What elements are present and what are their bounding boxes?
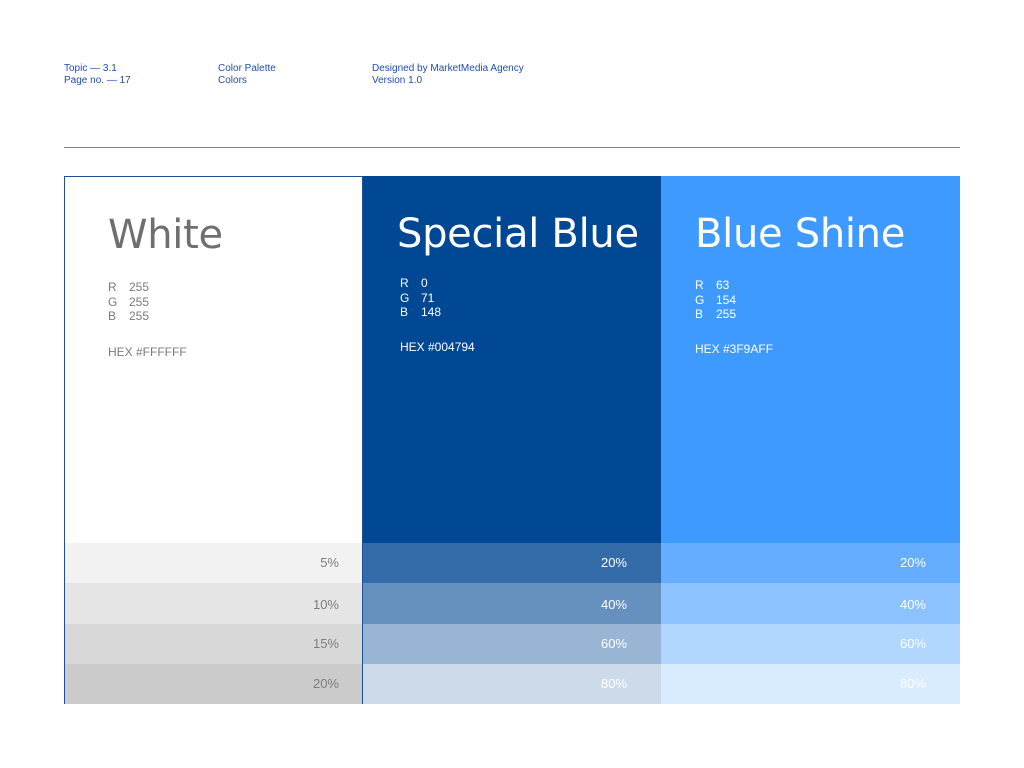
rgb-values: R 255 G 255 B 255 — [108, 280, 149, 324]
r-key: R — [108, 280, 117, 294]
section-title: Color Palette — [218, 63, 276, 74]
b-key: B — [108, 309, 117, 323]
designer-credit: Designed by MarketMedia Agency — [372, 63, 524, 74]
g-key: G — [108, 294, 118, 309]
tint-strip: 20% 40% 60% 80% — [363, 543, 661, 704]
tint-swatch: 40% — [363, 583, 661, 624]
color-name: Special Blue — [397, 211, 639, 257]
b-key: B — [400, 305, 409, 319]
tint-swatch: 10% — [65, 583, 362, 624]
color-card-blue-shine: Blue Shine R 63 G 154 B 255 HEX #3F9AFF 20%… — [661, 176, 960, 704]
tint-swatch: 60% — [363, 624, 661, 664]
tint-swatch: 15% — [65, 624, 362, 664]
topic-meta: Topic — 3.1 Page no. — 17 — [64, 63, 131, 87]
r-value: 255 — [129, 280, 150, 294]
tint-swatch: 80% — [363, 664, 661, 704]
g-value: 154 — [716, 292, 737, 307]
page-number: Page no. — 17 — [64, 75, 131, 86]
designer-meta: Designed by MarketMedia Agency Version 1… — [372, 63, 524, 87]
g-value: 71 — [421, 290, 435, 305]
tint-swatch: 5% — [65, 543, 362, 583]
rgb-values: R 63 G 154 B 255 — [695, 278, 736, 322]
tint-swatch: 80% — [661, 664, 960, 704]
b-value: 255 — [716, 307, 737, 321]
b-value: 255 — [129, 309, 150, 323]
tint-swatch: 60% — [661, 624, 960, 664]
section-meta: Color Palette Colors — [218, 63, 276, 87]
b-value: 148 — [421, 305, 442, 319]
g-value: 255 — [129, 294, 150, 309]
r-key: R — [400, 276, 409, 290]
g-key: G — [695, 292, 705, 307]
color-name: Blue Shine — [695, 211, 906, 257]
r-value: 0 — [421, 276, 428, 290]
r-key: R — [695, 278, 704, 292]
hex-value: HEX #FFFFFF — [108, 345, 187, 359]
color-card-special-blue: Special Blue R0 G 71 B 148 HEX #004794 20%… — [363, 176, 661, 704]
hex-value: HEX #3F9AFF — [695, 342, 774, 356]
topic-label: Topic — 3.1 — [64, 63, 117, 74]
r-value: 63 — [716, 278, 730, 292]
tint-swatch: 40% — [661, 583, 960, 624]
tint-swatch: 20% — [363, 543, 661, 583]
tint-strip: 5% 10% 15% 20% — [65, 543, 362, 704]
b-key: B — [695, 307, 704, 321]
tint-strip: 20% 40% 60% 80% — [661, 543, 960, 704]
header-divider — [64, 147, 960, 148]
color-card-white: White R 255 G 255 B 255 HEX #FFFFFF 5% 10% … — [64, 176, 363, 704]
color-name: White — [108, 212, 223, 258]
hex-value: HEX #004794 — [400, 340, 475, 354]
tint-swatch: 20% — [661, 543, 960, 583]
g-key: G — [400, 290, 410, 305]
section-subtitle: Colors — [218, 75, 247, 86]
tint-swatch: 20% — [65, 664, 362, 704]
version-label: Version 1.0 — [372, 75, 423, 86]
rgb-values: R0 G 71 B 148 — [400, 276, 441, 320]
